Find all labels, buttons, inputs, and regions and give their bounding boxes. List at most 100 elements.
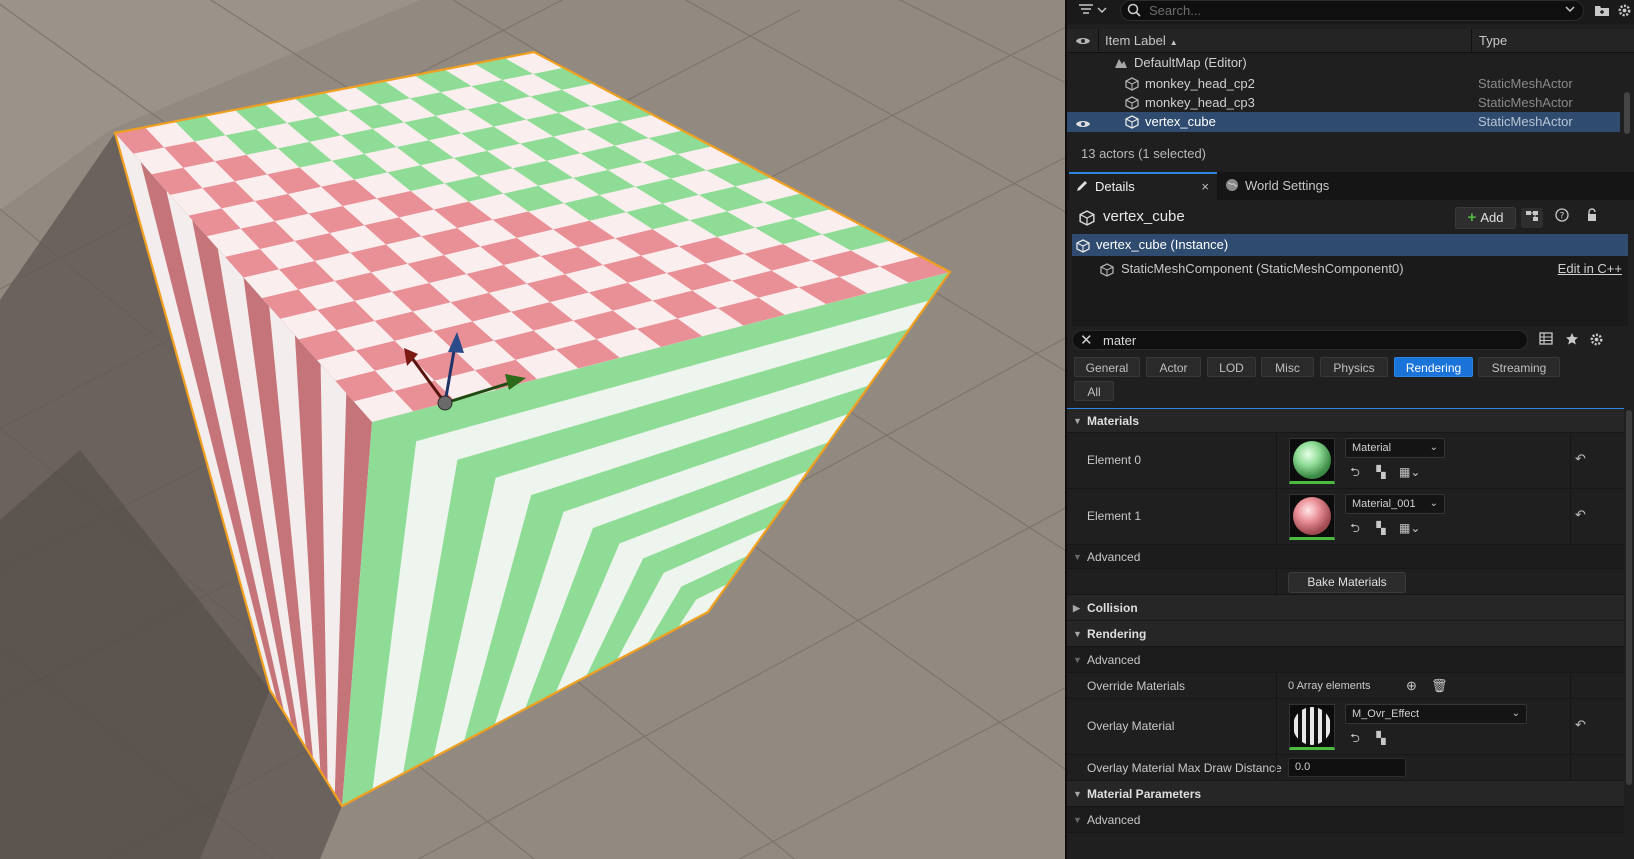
reset-arrow-icon[interactable]: ↶ <box>1575 507 1586 523</box>
subcategory-advanced-2[interactable]: ▼ Advanced <box>1067 647 1624 673</box>
category-collision-label: Collision <box>1087 601 1138 615</box>
category-streaming[interactable]: Streaming <box>1478 357 1560 377</box>
reset-splitter <box>1570 699 1571 754</box>
column-item-label[interactable]: Item Label ▲ <box>1098 29 1178 51</box>
column-splitter[interactable] <box>1276 569 1277 594</box>
static-mesh-icon <box>1125 96 1139 110</box>
column-splitter[interactable] <box>1276 489 1277 544</box>
element-0-value: Material <box>1352 442 1392 454</box>
column-type[interactable]: Type <box>1471 29 1611 53</box>
use-selected-icon[interactable]: ⮌ <box>1347 729 1363 750</box>
bake-materials-button[interactable]: Bake Materials <box>1288 572 1406 593</box>
close-icon[interactable]: × <box>1201 174 1209 200</box>
property-element-1: Element 1 Material_001 ⌄ ⮌ ▚ ▦⌄ ↶ <box>1067 489 1624 545</box>
category-materials[interactable]: ▼ Materials <box>1067 409 1624 433</box>
outliner-scrollbar[interactable] <box>1624 92 1630 134</box>
category-actor[interactable]: Actor <box>1146 357 1201 377</box>
subcategory-advanced-3[interactable]: ▼ Advanced <box>1067 807 1624 833</box>
column-splitter[interactable] <box>1276 433 1277 488</box>
browse-icon[interactable]: ▚ <box>1373 731 1389 745</box>
filter-icon[interactable] <box>1077 2 1111 20</box>
reset-arrow-icon[interactable]: ↶ <box>1575 451 1586 467</box>
add-component-button[interactable]: + Add <box>1455 207 1516 229</box>
column-splitter[interactable] <box>1276 673 1277 698</box>
material-thumbnail-overlay[interactable] <box>1289 704 1335 750</box>
column-item-label-text: Item Label <box>1105 33 1166 48</box>
use-selected-icon[interactable]: ⮌ <box>1347 463 1363 484</box>
outliner-search[interactable]: Search... <box>1120 0 1584 21</box>
category-general[interactable]: General <box>1074 357 1140 377</box>
property-bake-materials: Bake Materials <box>1067 569 1624 595</box>
outliner-row-map[interactable]: DefaultMap (Editor) <box>1067 53 1620 73</box>
outliner-row-selected[interactable]: vertex_cube StaticMeshActor <box>1067 112 1620 132</box>
overlay-material-label: Overlay Material <box>1087 719 1175 733</box>
property-overlay-material: Overlay Material M_Ovr_Effect ⌄ ⮌ ▚ ↶ <box>1067 699 1624 755</box>
add-button-label: Add <box>1480 210 1504 225</box>
gear-icon[interactable] <box>1588 332 1604 348</box>
lock-icon[interactable] <box>1581 208 1603 228</box>
override-materials-label: Override Materials <box>1087 679 1186 693</box>
viewport-scene[interactable] <box>0 0 1065 859</box>
material-picker-overlay[interactable]: M_Ovr_Effect ⌄ <box>1345 704 1527 724</box>
category-collision[interactable]: ▶ Collision <box>1067 595 1624 621</box>
folder-add-icon[interactable] <box>1594 3 1610 19</box>
details-scrollbar[interactable] <box>1626 410 1632 785</box>
star-icon[interactable] <box>1564 332 1580 348</box>
advanced-label: Advanced <box>1087 550 1141 564</box>
outliner-row[interactable]: monkey_head_cp2 StaticMeshActor <box>1067 74 1620 94</box>
gear-icon[interactable] <box>1616 3 1632 19</box>
property-override-materials: Override Materials 0 Array elements ⊕ 🗑︎ <box>1067 673 1624 699</box>
outliner-row-type: StaticMeshActor <box>1478 114 1573 129</box>
texture-icon[interactable]: ▦⌄ <box>1399 521 1420 535</box>
level-viewport[interactable] <box>0 0 1065 859</box>
edit-in-cpp-link[interactable]: Edit in C++ <box>1558 258 1622 280</box>
component-row-instance[interactable]: vertex_cube (Instance) <box>1072 234 1628 256</box>
globe-icon <box>1225 174 1239 191</box>
subcategory-advanced[interactable]: ▼ Advanced <box>1067 545 1624 569</box>
category-material-parameters[interactable]: ▼ Material Parameters <box>1067 781 1624 807</box>
material-picker-element-0[interactable]: Material ⌄ <box>1345 438 1445 458</box>
help-icon[interactable]: ? <box>1551 208 1573 228</box>
table-view-icon[interactable] <box>1538 332 1554 348</box>
reset-arrow-icon[interactable]: ↶ <box>1575 717 1586 733</box>
browse-icon[interactable]: ▚ <box>1373 521 1389 535</box>
chevron-down-icon: ⌄ <box>1429 498 1438 509</box>
category-misc[interactable]: Misc <box>1261 357 1314 377</box>
add-circle-icon[interactable]: ⊕ <box>1406 673 1417 699</box>
component-row-staticmesh[interactable]: StaticMeshComponent (StaticMeshComponent… <box>1072 258 1628 280</box>
category-rendering-props[interactable]: ▼ Rendering <box>1067 621 1624 647</box>
material-picker-element-1[interactable]: Material_001 ⌄ <box>1345 494 1445 514</box>
outliner-row-label: vertex_cube <box>1145 114 1216 129</box>
overlay-distance-input[interactable]: 0.0 <box>1288 758 1406 777</box>
outliner-row[interactable]: monkey_head_cp3 StaticMeshActor <box>1067 93 1620 113</box>
browse-icon[interactable]: ▚ <box>1373 465 1389 479</box>
material-thumbnail-green[interactable] <box>1289 438 1335 484</box>
category-rendering[interactable]: Rendering <box>1394 357 1473 377</box>
collapse-arrow-icon: ▼ <box>1073 552 1082 562</box>
use-selected-icon[interactable]: ⮌ <box>1347 519 1363 540</box>
trash-icon[interactable]: 🗑︎ <box>1431 673 1448 699</box>
blueprint-icon[interactable] <box>1521 208 1543 228</box>
details-search-input[interactable]: ✕ mater <box>1072 330 1528 350</box>
property-overlay-max-draw-distance: Overlay Material Max Draw Distance 0.0 <box>1067 755 1624 781</box>
tab-world-settings[interactable]: World Settings <box>1225 172 1365 200</box>
element-1-value: Material_001 <box>1352 498 1416 510</box>
category-rendering-label: Rendering <box>1087 627 1147 641</box>
texture-icon[interactable]: ▦⌄ <box>1399 465 1420 479</box>
clear-search-icon[interactable]: ✕ <box>1080 331 1093 351</box>
gizmo-center[interactable] <box>437 395 453 411</box>
advanced-3-label: Advanced <box>1087 813 1141 827</box>
chevron-down-icon[interactable] <box>1565 3 1575 18</box>
collapse-arrow-icon: ▼ <box>1073 815 1082 825</box>
category-physics[interactable]: Physics <box>1320 357 1388 377</box>
actor-name[interactable]: vertex_cube <box>1103 208 1185 225</box>
category-all[interactable]: All <box>1074 381 1114 401</box>
element-0-actions: ⮌ ▚ ▦⌄ <box>1347 463 1425 479</box>
column-splitter[interactable] <box>1276 755 1277 780</box>
column-splitter[interactable] <box>1276 699 1277 754</box>
eye-icon[interactable] <box>1075 116 1091 128</box>
eye-icon[interactable] <box>1075 34 1091 48</box>
tab-details[interactable]: Details × <box>1069 172 1217 200</box>
category-lod[interactable]: LOD <box>1207 357 1256 377</box>
material-thumbnail-pink[interactable] <box>1289 494 1335 540</box>
